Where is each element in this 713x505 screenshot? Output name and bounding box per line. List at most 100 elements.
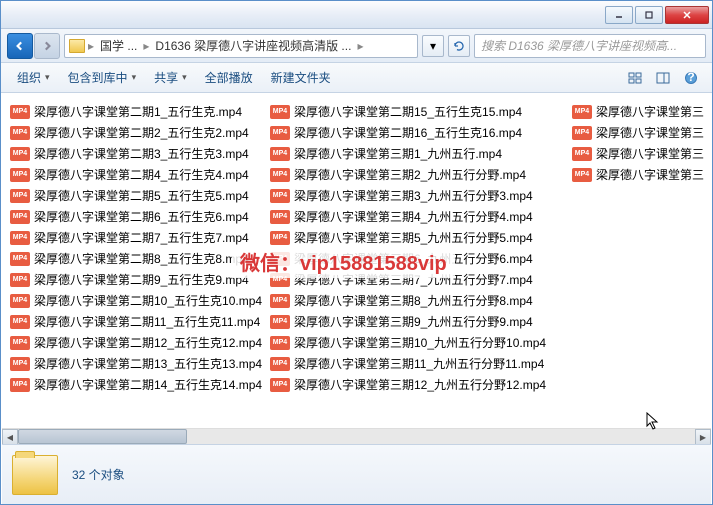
file-name: 梁厚德八字课堂第三期11_九州五行分野11.mp4 (294, 355, 544, 372)
file-name: 梁厚德八字课堂第二期3_五行生克3.mp4 (34, 145, 249, 162)
scroll-thumb[interactable] (18, 429, 187, 444)
organize-menu[interactable]: 组织 (11, 66, 56, 89)
file-item[interactable]: MP4 梁厚德八字课堂第三期5_九州五行分野5.mp4 (266, 227, 560, 248)
minimize-button[interactable] (605, 6, 633, 24)
file-item[interactable]: MP4 梁厚德八字课堂第二期3_五行生克3.mp4 (6, 143, 258, 164)
mp4-icon: MP4 (572, 126, 592, 140)
folder-icon (69, 39, 85, 53)
address-dropdown-button[interactable]: ▾ (422, 35, 444, 57)
file-name: 梁厚德八字课堂第三 (596, 166, 704, 183)
chevron-right-icon: ▸ (142, 39, 150, 53)
file-name: 梁厚德八字课堂第二期7_五行生克7.mp4 (34, 229, 249, 246)
file-item[interactable]: MP4 梁厚德八字课堂第三 (568, 164, 710, 185)
view-options-button[interactable] (624, 67, 646, 89)
file-item[interactable]: MP4梁厚德八字课堂第二期11_五行生克11.mp4 (6, 311, 258, 332)
file-item[interactable]: MP4梁厚德八字课堂第二期4_五行生克4.mp4 (6, 164, 258, 185)
file-name: 梁厚德八字课堂第二期13_五行生克13.mp4 (34, 355, 262, 372)
file-item[interactable]: MP4梁厚德八字课堂第二期1_五行生克.mp4 (6, 101, 258, 122)
mp4-icon: MP4 (572, 147, 592, 161)
newfolder-button[interactable]: 新建文件夹 (265, 66, 337, 89)
mp4-icon: MP4 (10, 189, 30, 203)
file-item[interactable]: MP4 梁厚德八字课堂第三期7_九州五行分野7.mp4 (266, 269, 560, 290)
file-name: 梁厚德八字课堂第三期4_九州五行分野4.mp4 (294, 208, 533, 225)
search-placeholder: 搜索 D1636 梁厚德八字讲座视频高... (481, 37, 677, 54)
file-name: 梁厚德八字课堂第三期7_九州五行分野7.mp4 (294, 271, 533, 288)
file-item[interactable]: MP4梁厚德八字课堂第三 (568, 101, 710, 122)
playall-button[interactable]: 全部播放 (199, 66, 259, 89)
file-item[interactable]: MP4梁厚德八字课堂第三 (568, 122, 710, 143)
scroll-left-button[interactable]: ◀ (2, 429, 18, 445)
file-item[interactable]: MP4梁厚德八字课堂第三期6_九州五行分野6.mp4 (266, 248, 560, 269)
file-name: 梁厚德八字课堂第二期14_五行生克14.mp4 (34, 376, 262, 393)
back-button[interactable] (7, 33, 33, 59)
file-item[interactable]: MP4 梁厚德八字课堂第二期9_五行生克9.mp4 (6, 269, 258, 290)
breadcrumb[interactable]: ▸ 国学 ... ▸ D1636 梁厚德八字讲座视频高清版 ... ▸ (64, 34, 418, 58)
help-button[interactable]: ? (680, 67, 702, 89)
maximize-button[interactable] (635, 6, 663, 24)
file-item[interactable]: MP4 梁厚德八字课堂第三期4_九州五行分野4.mp4 (266, 206, 560, 227)
scroll-track[interactable] (18, 429, 695, 444)
breadcrumb-part[interactable]: D1636 梁厚德八字讲座视频高清版 ... (152, 37, 354, 54)
file-name: 梁厚德八字课堂第二期5_五行生克5.mp4 (34, 187, 249, 204)
include-menu[interactable]: 包含到库中 (62, 66, 143, 89)
mp4-icon: MP4 (270, 294, 290, 308)
mp4-icon: MP4 (270, 273, 290, 287)
address-bar: ▸ 国学 ... ▸ D1636 梁厚德八字讲座视频高清版 ... ▸ ▾ 搜索… (1, 29, 712, 63)
chevron-right-icon: ▸ (87, 39, 95, 53)
file-item[interactable]: MP4 梁厚德八字课堂第二期8_五行生克8.mp4 (6, 248, 258, 269)
file-name: 梁厚德八字课堂第二期2_五行生克2.mp4 (34, 124, 249, 141)
file-item[interactable]: MP4梁厚德八字课堂第二期6_五行生克6.mp4 (6, 206, 258, 227)
file-item[interactable]: MP4梁厚德八字课堂第二期10_五行生克10.mp4 (6, 290, 258, 311)
mp4-icon: MP4 (270, 231, 290, 245)
file-item[interactable]: MP4梁厚德八字课堂第二期12_五行生克12.mp4 (6, 332, 258, 353)
mp4-icon: MP4 (270, 336, 290, 350)
file-item[interactable]: MP4梁厚德八字课堂第二期2_五行生克2.mp4 (6, 122, 258, 143)
mp4-icon: MP4 (270, 378, 290, 392)
file-item[interactable]: MP4梁厚德八字课堂第二期15_五行生克15.mp4 (266, 101, 560, 122)
file-name: 梁厚德八字课堂第二期8_五行生克8.mp4 (34, 250, 249, 267)
mp4-icon: MP4 (10, 357, 30, 371)
horizontal-scrollbar[interactable]: ◀ ▶ (2, 428, 711, 444)
file-item[interactable]: MP4梁厚德八字课堂第二期16_五行生克16.mp4 (266, 122, 560, 143)
file-item[interactable]: MP4梁厚德八字课堂第三期2_九州五行分野.mp4 (266, 164, 560, 185)
file-item[interactable]: MP4梁厚德八字课堂第三 (568, 143, 710, 164)
close-button[interactable] (665, 6, 709, 24)
file-name: 梁厚德八字课堂第三期10_九州五行分野10.mp4 (294, 334, 546, 351)
breadcrumb-part[interactable]: 国学 ... (97, 37, 140, 54)
mp4-icon: MP4 (10, 252, 30, 266)
mp4-icon: MP4 (572, 168, 592, 182)
file-list-area: 微信：vip15881588vip MP4梁厚德八字课堂第二期1_五行生克.mp… (2, 95, 711, 428)
file-item[interactable]: MP4 梁厚德八字课堂第三期8_九州五行分野8.mp4 (266, 290, 560, 311)
folder-icon (12, 455, 58, 495)
file-name: 梁厚德八字课堂第三期8_九州五行分野8.mp4 (294, 292, 533, 309)
mp4-icon: MP4 (10, 273, 30, 287)
search-input[interactable]: 搜索 D1636 梁厚德八字讲座视频高... (474, 34, 706, 58)
file-item[interactable]: MP4梁厚德八字课堂第三期3_九州五行分野3.mp4 (266, 185, 560, 206)
file-item[interactable]: MP4梁厚德八字课堂第三期11_九州五行分野11.mp4 (266, 353, 560, 374)
file-item[interactable]: MP4 梁厚德八字课堂第二期5_五行生克5.mp4 (6, 185, 258, 206)
file-name: 梁厚德八字课堂第三期9_九州五行分野9.mp4 (294, 313, 533, 330)
forward-button[interactable] (34, 33, 60, 59)
mp4-icon: MP4 (270, 189, 290, 203)
preview-pane-button[interactable] (652, 67, 674, 89)
mp4-icon: MP4 (270, 210, 290, 224)
file-name: 梁厚德八字课堂第三期5_九州五行分野5.mp4 (294, 229, 533, 246)
file-item[interactable]: MP4梁厚德八字课堂第三期9_九州五行分野9.mp4 (266, 311, 560, 332)
file-name: 梁厚德八字课堂第二期9_五行生克9.mp4 (34, 271, 249, 288)
chevron-right-icon: ▸ (356, 39, 364, 53)
file-item[interactable]: MP4梁厚德八字课堂第二期14_五行生克14.mp4 (6, 374, 258, 395)
mp4-icon: MP4 (10, 378, 30, 392)
file-item[interactable]: MP4梁厚德八字课堂第三期12_九州五行分野12.mp4 (266, 374, 560, 395)
share-menu[interactable]: 共享 (148, 66, 193, 89)
file-name: 梁厚德八字课堂第二期6_五行生克6.mp4 (34, 208, 249, 225)
refresh-button[interactable] (448, 35, 470, 57)
file-item[interactable]: MP4梁厚德八字课堂第二期13_五行生克13.mp4 (6, 353, 258, 374)
file-name: 梁厚德八字课堂第二期15_五行生克15.mp4 (294, 103, 522, 120)
mp4-icon: MP4 (10, 147, 30, 161)
titlebar (1, 1, 712, 29)
file-item[interactable]: MP4梁厚德八字课堂第三期1_九州五行.mp4 (266, 143, 560, 164)
scroll-right-button[interactable]: ▶ (695, 429, 711, 445)
file-item[interactable]: MP4梁厚德八字课堂第二期7_五行生克7.mp4 (6, 227, 258, 248)
file-item[interactable]: MP4 梁厚德八字课堂第三期10_九州五行分野10.mp4 (266, 332, 560, 353)
file-name: 梁厚德八字课堂第三期6_九州五行分野6.mp4 (294, 250, 533, 267)
